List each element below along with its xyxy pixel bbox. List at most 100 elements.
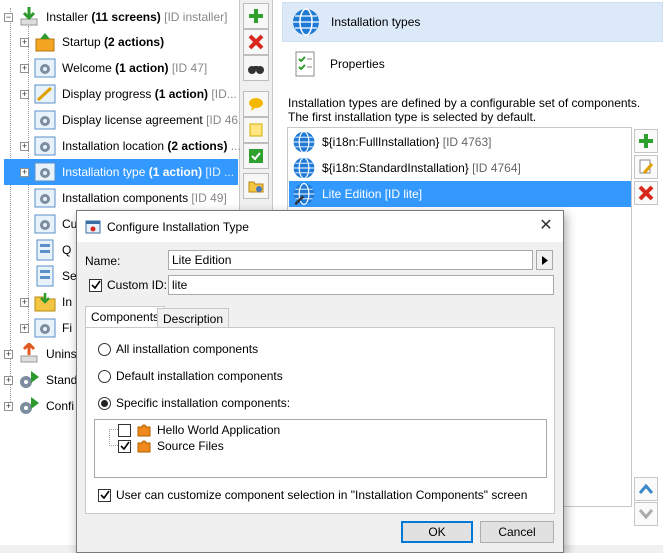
- tree-node-installation-components[interactable]: Installation components [ID 49]: [34, 185, 227, 211]
- plus-icon: [249, 9, 263, 23]
- move-down-button[interactable]: [634, 502, 658, 526]
- tab-components[interactable]: Components: [85, 306, 166, 329]
- checkbox-checked[interactable]: [89, 278, 102, 292]
- cancel-button[interactable]: Cancel: [480, 521, 554, 543]
- check-button[interactable]: [243, 143, 269, 169]
- expand-toggle[interactable]: +: [20, 89, 29, 99]
- tree-node-form-se[interactable]: Se: [34, 263, 77, 289]
- properties-checklist-icon: [295, 51, 315, 77]
- radio-button[interactable]: [98, 369, 111, 383]
- component-hello-world[interactable]: Hello World Application: [118, 422, 280, 438]
- comment-button[interactable]: [243, 91, 269, 117]
- tree-node-count: (2 actions): [167, 139, 228, 153]
- expand-toggle[interactable]: +: [4, 349, 13, 359]
- tree-node-install[interactable]: + In: [20, 289, 72, 315]
- tree-node-display-license[interactable]: Display license agreement [ID 46...: [34, 107, 248, 133]
- installer-icon: [20, 7, 38, 26]
- component-label: Source Files: [157, 439, 224, 453]
- checkmark-icon: [90, 280, 101, 290]
- folder-settings-button[interactable]: [243, 173, 269, 199]
- tree-node-finish[interactable]: + Fi: [20, 315, 72, 341]
- edit-type-button[interactable]: [634, 155, 658, 179]
- app-window-icon: [85, 220, 101, 233]
- nav-installation-types[interactable]: Installation types: [282, 2, 663, 42]
- expand-toggle[interactable]: +: [4, 401, 13, 411]
- list-item-selected[interactable]: Lite Edition [ID lite]: [289, 181, 631, 207]
- radio-specific-components[interactable]: Specific installation components:: [98, 396, 290, 410]
- globe-icon: [293, 8, 319, 36]
- checkmark-icon: [119, 441, 130, 451]
- nav-properties[interactable]: Properties: [282, 44, 663, 84]
- type-id: [ID lite]: [384, 187, 423, 201]
- add-screen-button[interactable]: [243, 3, 269, 29]
- checkbox-checked[interactable]: [98, 488, 111, 502]
- radio-label: Specific installation components:: [116, 396, 291, 410]
- ok-button[interactable]: OK: [401, 521, 473, 543]
- type-id: [ID 4764]: [472, 161, 521, 175]
- tree-node-installation-location[interactable]: + Installation location (2 actions) ...: [20, 133, 241, 159]
- radio-all-components[interactable]: All installation components: [98, 342, 258, 356]
- tree-node-label: Stand: [46, 373, 78, 387]
- chevron-down-icon: [639, 509, 653, 519]
- list-item[interactable]: ${i18n:StandardInstallation} [ID 4764]: [289, 155, 631, 181]
- custom-id-checkbox[interactable]: Custom ID:: [89, 278, 167, 292]
- tree-node-id: [ID 49]: [191, 191, 227, 205]
- collapse-toggle[interactable]: −: [4, 12, 13, 22]
- delete-type-button[interactable]: [634, 181, 658, 205]
- custom-id-field[interactable]: lite: [168, 275, 554, 295]
- chevron-up-icon: [639, 484, 653, 494]
- move-up-button[interactable]: [634, 477, 658, 501]
- expand-toggle[interactable]: +: [20, 167, 29, 177]
- progress-screen-icon: [34, 84, 56, 104]
- checkbox-checked[interactable]: [118, 439, 131, 453]
- checkbox-unchecked[interactable]: [118, 423, 131, 437]
- add-type-button[interactable]: [634, 129, 658, 153]
- radio-button-selected[interactable]: [98, 396, 111, 410]
- expand-toggle[interactable]: +: [20, 323, 29, 333]
- name-options-button[interactable]: [536, 250, 553, 270]
- components-tree[interactable]: Hello World Application Source Files: [94, 419, 547, 478]
- plus-icon: [639, 134, 653, 148]
- screen-gear-icon: [34, 110, 56, 130]
- close-icon[interactable]: ✕: [537, 217, 555, 235]
- expand-toggle[interactable]: +: [20, 37, 29, 47]
- radio-default-components[interactable]: Default installation components: [98, 369, 283, 383]
- tree-node-uninstaller[interactable]: + Unins: [4, 341, 77, 367]
- note-icon: [249, 123, 263, 137]
- gears-run-icon: [20, 397, 39, 414]
- tree-node-installer[interactable]: − Installer (11 screens) [ID installer]: [4, 4, 227, 30]
- expand-toggle[interactable]: +: [20, 63, 29, 73]
- binoculars-icon: [248, 66, 264, 74]
- note-button[interactable]: [243, 117, 269, 143]
- tree-node-standalone[interactable]: + Stand: [4, 367, 77, 393]
- folder-install-icon: [34, 293, 56, 312]
- startup-icon: [35, 33, 55, 52]
- screen-gear-icon: [34, 188, 56, 208]
- radio-button[interactable]: [98, 342, 111, 356]
- expand-toggle[interactable]: +: [4, 375, 13, 385]
- find-button[interactable]: [243, 55, 269, 81]
- expand-toggle[interactable]: +: [20, 297, 29, 307]
- type-id: [ID 4763]: [442, 135, 492, 149]
- tree-node-custom[interactable]: Cu: [34, 211, 77, 237]
- list-item[interactable]: ${i18n:FullInstallation} [ID 4763]: [289, 129, 631, 155]
- user-customize-checkbox[interactable]: User can customize component selection i…: [98, 488, 527, 502]
- expand-toggle[interactable]: +: [20, 141, 29, 151]
- tree-node-welcome[interactable]: + Welcome (1 action) [ID 47]: [20, 55, 207, 81]
- tree-node-id: [ID 47]: [171, 61, 208, 75]
- component-source-files[interactable]: Source Files: [118, 438, 224, 454]
- tree-node-label: Fi: [62, 321, 72, 335]
- tree-node-startup[interactable]: + Startup (2 actions): [20, 29, 164, 55]
- tree-node-form-q[interactable]: Q: [34, 237, 71, 263]
- triangle-right-icon: [541, 255, 548, 265]
- name-field[interactable]: Lite Edition: [168, 250, 533, 270]
- delete-button[interactable]: [243, 29, 269, 55]
- tree-node-config[interactable]: + Confi: [4, 393, 74, 419]
- component-label: Hello World Application: [157, 423, 281, 437]
- dialog-titlebar[interactable]: Configure Installation Type ✕: [77, 211, 563, 242]
- tree-node-installation-type[interactable]: + Installation type (1 action) [ID ...: [4, 159, 238, 185]
- tree-node-display-progress[interactable]: + Display progress (1 action) [ID...: [20, 81, 237, 107]
- globe-icon: [293, 131, 315, 153]
- type-label: ${i18n:StandardInstallation}: [322, 161, 469, 175]
- tree-node-count: (11 screens): [91, 10, 161, 24]
